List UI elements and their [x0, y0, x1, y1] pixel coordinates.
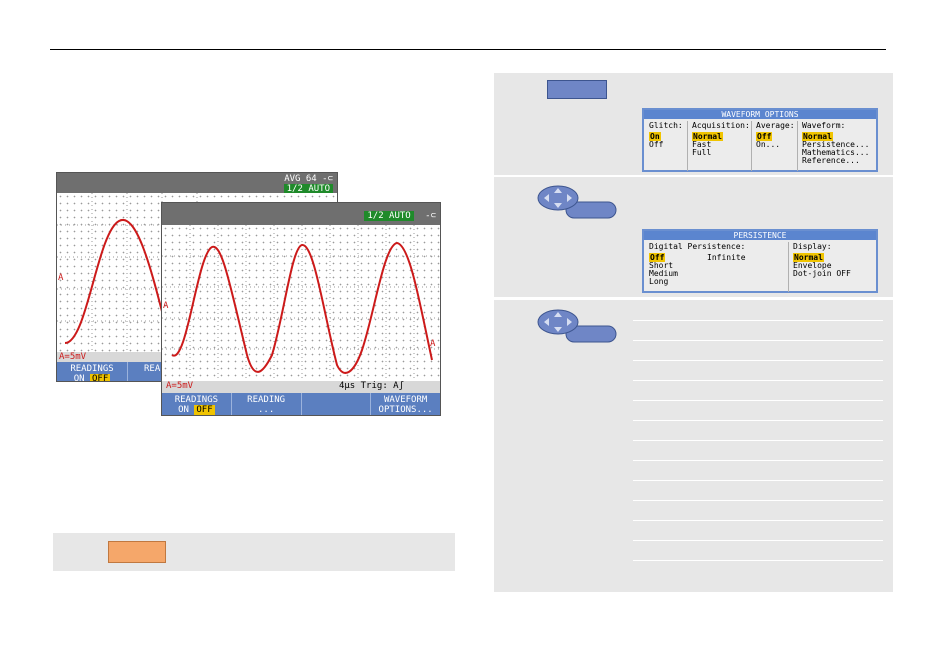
- timebase-trigger-readout: 4µs Trig: Aʃ: [338, 381, 404, 391]
- row-divider: [633, 320, 883, 321]
- scope-back-top-bar: AVG 64 -⊂ 1/2 AUTO: [57, 173, 337, 194]
- glitch-off-option[interactable]: Off: [649, 141, 683, 149]
- softkey-readings-on-off[interactable]: READINGS ON OFF: [57, 362, 128, 381]
- softkey-empty[interactable]: [302, 393, 372, 415]
- menu-title: PERSISTENCE: [644, 231, 876, 240]
- scope-front-top-bar: 1/2 AUTO -⊂: [162, 203, 440, 225]
- auto-range-badge: 1/2 AUTO: [364, 211, 414, 221]
- display-column: Display: Normal Envelope Dot-join OFF: [793, 242, 851, 278]
- row-divider: [633, 340, 883, 341]
- average-column: Average: Off On...: [756, 121, 795, 149]
- plug-icon: -⊂: [425, 211, 436, 221]
- row-divider: [633, 500, 883, 501]
- persistence-menu: PERSISTENCE Digital Persistence: Off Inf…: [642, 229, 878, 293]
- persistence-infinite-option[interactable]: Infinite: [707, 254, 746, 262]
- persistence-off-option[interactable]: Off: [649, 253, 666, 262]
- persistence-medium-option[interactable]: Medium: [649, 270, 787, 278]
- avg-status: AVG 64: [284, 174, 317, 184]
- softkey-reading[interactable]: READING ...: [232, 393, 302, 415]
- row-divider: [633, 460, 883, 461]
- glitch-column: Glitch: On Off: [649, 121, 683, 149]
- trace-a-marker: A: [163, 301, 169, 311]
- blue-function-key[interactable]: [547, 80, 607, 99]
- softkey-waveform-options[interactable]: WAVEFORM OPTIONS...: [371, 393, 440, 415]
- row-divider: [633, 360, 883, 361]
- scope-front-softkeys: READINGS ON OFF READING ... WAVEFORM OPT…: [162, 393, 440, 415]
- waveform-options-menu: WAVEFORM OPTIONS Glitch: On Off Acquisit…: [642, 108, 878, 172]
- waveform-column: Waveform: Normal Persistence... Mathemat…: [802, 121, 870, 165]
- row-divider: [633, 440, 883, 441]
- acquisition-column: Acquisition: Normal Fast Full: [692, 121, 750, 157]
- row-divider: [633, 480, 883, 481]
- scope-front-status-bar: A=5mV 4µs Trig: Aʃ: [162, 381, 440, 393]
- column-separator: [687, 121, 688, 171]
- average-on-option[interactable]: On...: [756, 141, 795, 149]
- row-divider: [633, 400, 883, 401]
- plug-icon: -⊂: [322, 174, 333, 184]
- menu-title: WAVEFORM OPTIONS: [644, 110, 876, 119]
- digital-persistence-column: Digital Persistence: Off Infinite Short …: [646, 242, 790, 287]
- page-header-rule: [50, 49, 886, 50]
- orange-function-key[interactable]: [108, 541, 166, 563]
- scale-readout: A=5mV: [59, 352, 87, 362]
- waveform-reference-option[interactable]: Reference...: [802, 157, 869, 165]
- persistence-long-option[interactable]: Long: [649, 278, 787, 286]
- trace-end-marker: A: [430, 339, 436, 349]
- row-divider: [633, 420, 883, 421]
- scope-front-graticule: A A: [162, 225, 440, 381]
- trace-a-marker: A: [58, 273, 64, 283]
- row-divider: [633, 540, 883, 541]
- arrow-pad-enter-icon[interactable]: [536, 306, 620, 346]
- scope-screen-front: 1/2 AUTO -⊂ A A A=5mV 4µs Trig: Aʃ READI…: [161, 202, 441, 416]
- scale-readout: A=5mV: [166, 381, 194, 391]
- scope-front-waveform: [162, 225, 440, 381]
- softkey-readings-on-off[interactable]: READINGS ON OFF: [162, 393, 232, 415]
- acquisition-full-option[interactable]: Full: [692, 149, 750, 157]
- display-dot-join-option[interactable]: Dot-join OFF: [793, 270, 851, 278]
- arrow-pad-enter-icon[interactable]: [536, 182, 620, 222]
- step-box-orange-key: [53, 533, 455, 571]
- row-divider: [633, 520, 883, 521]
- row-divider: [633, 560, 883, 561]
- row-divider: [633, 380, 883, 381]
